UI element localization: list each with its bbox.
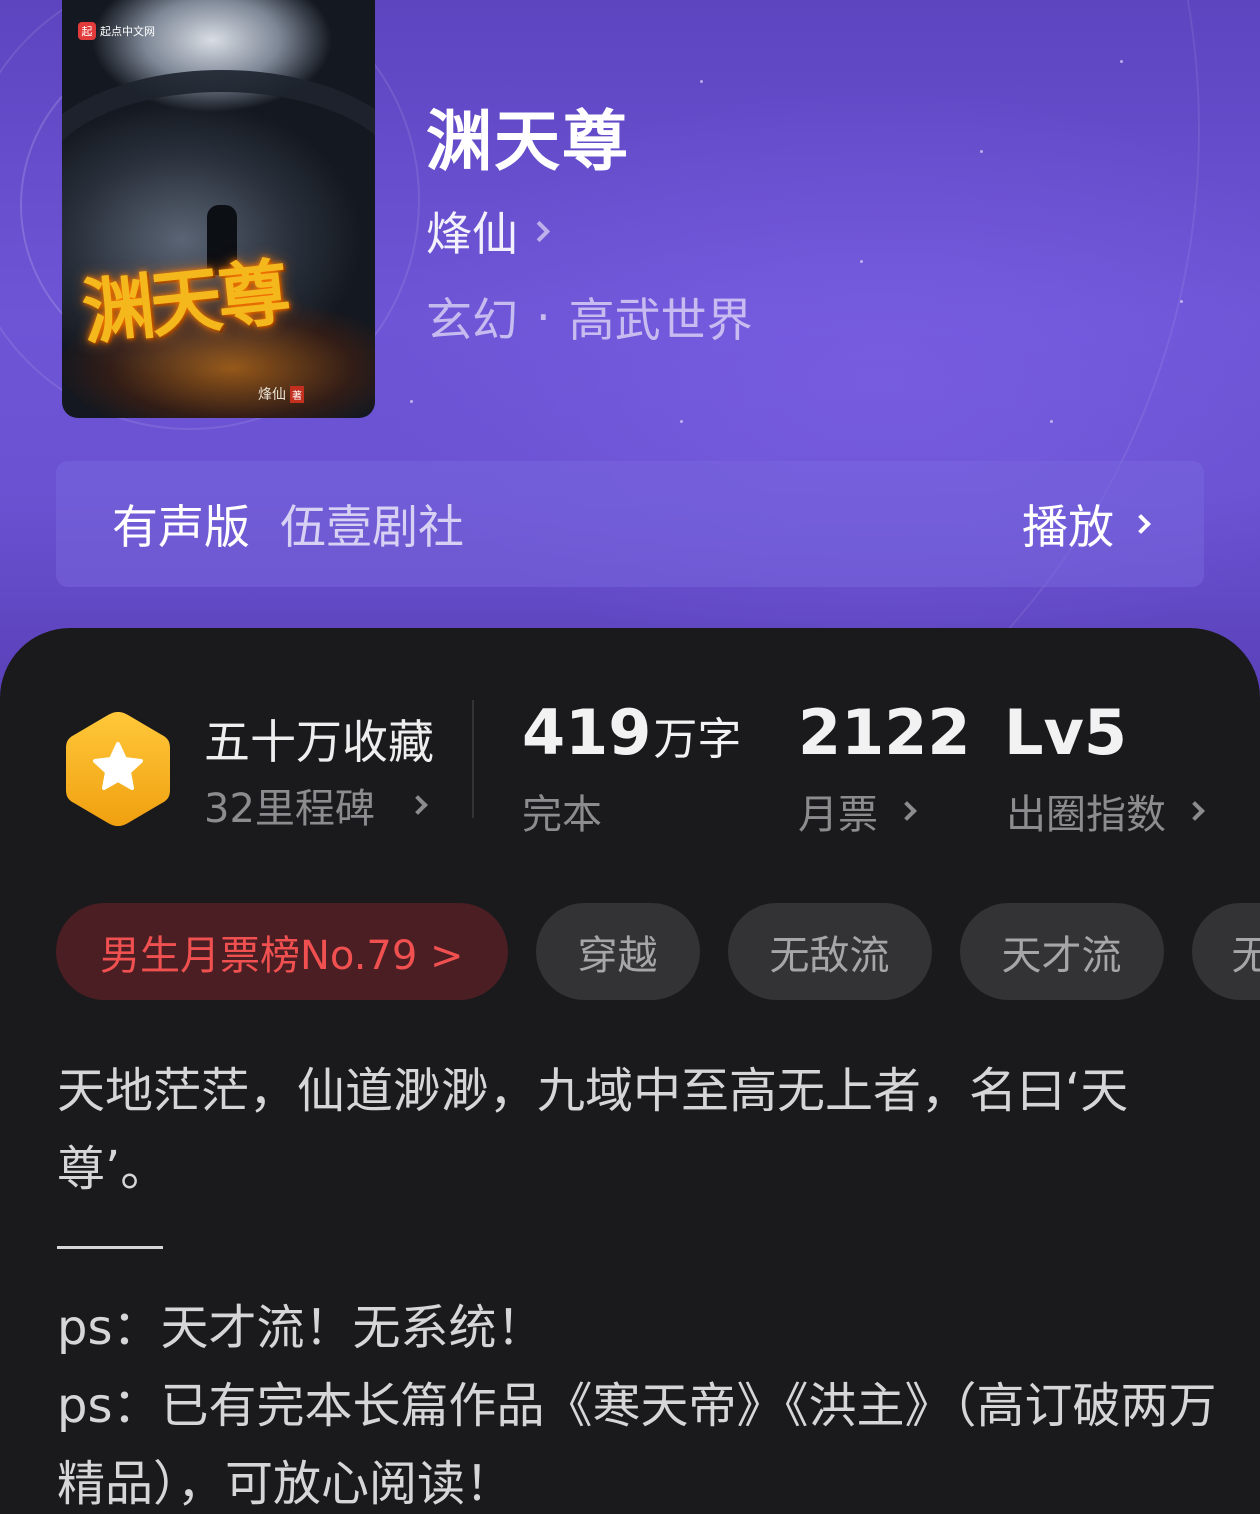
completion-status: 完本 <box>522 782 602 840</box>
word-count-value: 419 <box>522 696 652 769</box>
word-count-unit: 万字 <box>653 714 742 765</box>
genre-info: 玄幻 · 高武世界 <box>426 284 753 350</box>
influence-index-link[interactable]: 出圈指数 <box>1006 782 1205 840</box>
cover-author-name: 烽仙 <box>258 387 286 403</box>
book-detail-page: 起 起点中文网 渊天尊 烽仙 著 渊天尊 烽仙 玄幻 · 高武世界 有声版 伍壹… <box>0 0 1260 1514</box>
description-line: ps：已有完本长篇作品《寒天帝》《洪主》（高订破两万精品），可放心阅读！ <box>57 1378 1217 1512</box>
audio-version-banner[interactable]: 有声版 伍壹剧社 播放 <box>56 461 1204 587</box>
book-title: 渊天尊 <box>426 102 630 180</box>
genre-label[interactable]: 玄幻 <box>426 284 518 350</box>
author-name: 烽仙 <box>426 207 518 261</box>
description-divider <box>57 1246 163 1249</box>
monthly-ticket-link[interactable]: 月票 <box>798 782 917 840</box>
influence-index-value[interactable]: Lv5 <box>1004 696 1127 769</box>
decor-star <box>680 420 683 423</box>
author-link[interactable]: 烽仙 <box>426 198 551 264</box>
collection-title[interactable]: 五十万收藏 <box>204 706 434 772</box>
tag-chip[interactable]: 无敌流 <box>727 903 932 1000</box>
chevron-right-icon <box>1131 514 1151 534</box>
tag-chip[interactable]: 无 <box>1191 903 1260 1000</box>
decor-star <box>1120 60 1123 63</box>
subgenre-label[interactable]: 高武世界 <box>569 284 753 350</box>
chevron-right-icon <box>528 220 551 242</box>
word-count: 419万字 <box>522 696 741 769</box>
description-line: 天地茫茫，仙道渺渺，九域中至高无上者，名曰‘天尊’。 <box>57 1063 1129 1197</box>
audio-studio-name: 伍壹剧社 <box>280 500 464 554</box>
chevron-right-icon <box>1185 801 1205 821</box>
status-label: 完本 <box>522 792 602 838</box>
stats-divider <box>472 700 474 818</box>
play-label: 播放 <box>1022 500 1114 554</box>
book-description[interactable]: 天地茫茫，仙道渺渺，九域中至高无上者，名曰‘天尊’。 ps：天才流！无系统！ p… <box>57 1052 1217 1514</box>
book-cover-image[interactable]: 起 起点中文网 渊天尊 烽仙 著 <box>62 0 375 418</box>
monthly-ticket-count[interactable]: 2122 <box>798 696 971 769</box>
cover-author-seal: 著 <box>290 385 304 403</box>
collection-star-badge-icon[interactable] <box>62 708 174 830</box>
chevron-right-icon <box>897 801 917 821</box>
decor-star <box>1180 300 1183 303</box>
influence-index-label: 出圈指数 <box>1006 792 1166 838</box>
decor-star <box>700 80 703 83</box>
genre-separator: · <box>536 290 551 344</box>
publisher-logo: 起 起点中文网 <box>72 20 161 42</box>
milestone-link[interactable]: 32里程碑 <box>204 776 428 834</box>
decor-star <box>1050 420 1053 423</box>
decor-star <box>860 260 863 263</box>
tag-chip[interactable]: 穿越 <box>535 903 700 1000</box>
audio-version-label: 有声版 <box>112 500 250 554</box>
cover-author-art: 烽仙 著 <box>258 384 304 404</box>
publisher-logo-text: 起点中文网 <box>100 25 155 38</box>
milestone-label: 32里程碑 <box>204 786 375 832</box>
monthly-ticket-label: 月票 <box>798 792 878 838</box>
play-audio-button[interactable]: 播放 <box>1022 491 1151 557</box>
description-line: ps：天才流！无系统！ <box>57 1300 545 1356</box>
tag-row: 男生月票榜No.79 > 穿越 无敌流 天才流 无 <box>56 903 1260 1000</box>
decor-star <box>410 400 413 403</box>
chevron-right-icon <box>408 795 428 815</box>
decor-star <box>980 150 983 153</box>
ranking-tag[interactable]: 男生月票榜No.79 > <box>56 903 508 1000</box>
book-header: 起 起点中文网 渊天尊 烽仙 著 渊天尊 烽仙 玄幻 · 高武世界 有声版 伍壹… <box>0 0 1260 700</box>
tag-chip[interactable]: 天才流 <box>959 903 1164 1000</box>
publisher-logo-mark: 起 <box>78 22 96 40</box>
